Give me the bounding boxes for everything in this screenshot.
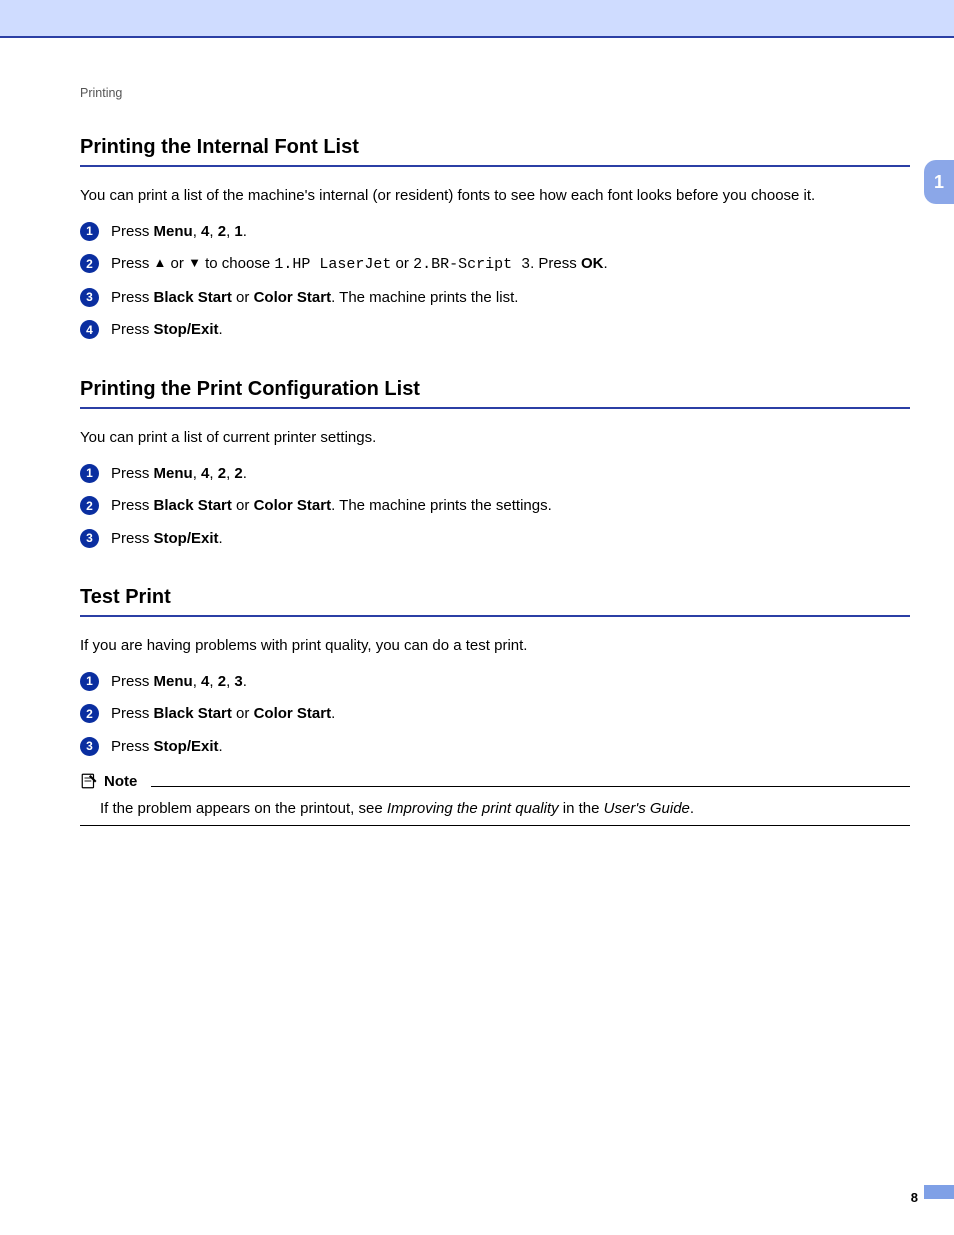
step-text: Press Menu, 4, 2, 3. — [111, 671, 910, 694]
breadcrumb: Printing — [80, 86, 910, 100]
lead-config: You can print a list of current printer … — [80, 427, 910, 449]
step-text: Press Menu, 4, 2, 2. — [111, 463, 910, 486]
step-text: Press ▲ or ▼ to choose 1.HP LaserJet or … — [111, 253, 910, 277]
step-badge-icon: 3 — [80, 288, 99, 307]
step-badge-icon: 2 — [80, 704, 99, 723]
step-text: Press Black Start or Color Start. The ma… — [111, 287, 910, 310]
section-title-config: Printing the Print Configuration List — [80, 378, 910, 409]
page: 1 Printing Printing the Internal Font Li… — [0, 0, 954, 1235]
header-bar — [0, 0, 954, 38]
lead-fontlist: You can print a list of the machine's in… — [80, 185, 910, 207]
step: 1 Press Menu, 4, 2, 3. — [80, 671, 910, 694]
step: 3 Press Stop/Exit. — [80, 736, 910, 759]
step-badge-icon: 3 — [80, 737, 99, 756]
note-rule — [151, 774, 910, 787]
section-title-test: Test Print — [80, 586, 910, 617]
step: 1 Press Menu, 4, 2, 1. — [80, 221, 910, 244]
step-text: Press Stop/Exit. — [111, 319, 910, 342]
up-arrow-icon: ▲ — [154, 255, 167, 270]
content: Printing Printing the Internal Font List… — [0, 86, 954, 826]
step-badge-icon: 1 — [80, 222, 99, 241]
step-badge-icon: 1 — [80, 464, 99, 483]
page-tab — [924, 1185, 954, 1199]
page-number: 8 — [911, 1190, 918, 1205]
step-text: Press Black Start or Color Start. — [111, 703, 910, 726]
step-badge-icon: 3 — [80, 529, 99, 548]
step-text: Press Black Start or Color Start. The ma… — [111, 495, 910, 518]
step: 3 Press Stop/Exit. — [80, 528, 910, 551]
step-badge-icon: 4 — [80, 320, 99, 339]
step-text: Press Stop/Exit. — [111, 528, 910, 551]
note-title: Note — [104, 773, 137, 790]
step: 2 Press Black Start or Color Start. The … — [80, 495, 910, 518]
note-box: Note If the problem appears on the print… — [80, 772, 910, 826]
step: 2 Press ▲ or ▼ to choose 1.HP LaserJet o… — [80, 253, 910, 277]
step: 2 Press Black Start or Color Start. — [80, 703, 910, 726]
step: 4 Press Stop/Exit. — [80, 319, 910, 342]
step-text: Press Stop/Exit. — [111, 736, 910, 759]
step-badge-icon: 1 — [80, 672, 99, 691]
down-arrow-icon: ▼ — [188, 255, 201, 270]
note-body: If the problem appears on the printout, … — [80, 792, 910, 826]
note-icon — [80, 772, 98, 790]
step-badge-icon: 2 — [80, 496, 99, 515]
section-title-fontlist: Printing the Internal Font List — [80, 136, 910, 167]
step-text: Press Menu, 4, 2, 1. — [111, 221, 910, 244]
lead-test: If you are having problems with print qu… — [80, 635, 910, 657]
step: 1 Press Menu, 4, 2, 2. — [80, 463, 910, 486]
step: 3 Press Black Start or Color Start. The … — [80, 287, 910, 310]
step-badge-icon: 2 — [80, 254, 99, 273]
note-header: Note — [80, 772, 910, 790]
